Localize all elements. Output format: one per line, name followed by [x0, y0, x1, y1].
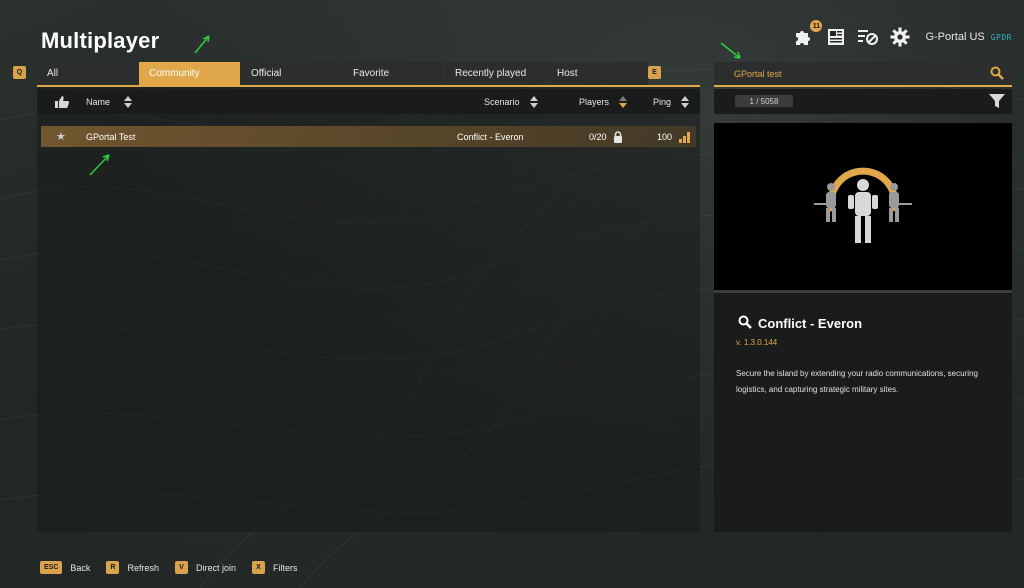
server-scenario: Conflict - Everon [457, 131, 524, 142]
refresh-button[interactable]: Refresh [127, 563, 159, 573]
filters-button[interactable]: Filters [273, 563, 298, 573]
puzzle-icon[interactable]: 11 [793, 20, 823, 48]
search-icon[interactable] [990, 66, 1004, 82]
sort-icon [619, 95, 628, 108]
scenario-details-panel: Conflict - Everon v. 1.3.0.144 Secure th… [714, 293, 1012, 532]
magnifier-icon[interactable] [738, 315, 752, 332]
scenario-description: Secure the island by extending your radi… [736, 369, 978, 394]
tab-community[interactable]: Community [139, 62, 240, 85]
column-name[interactable]: Name [86, 89, 133, 114]
column-scenario-label: Scenario [484, 96, 520, 107]
page-title: Multiplayer [41, 28, 160, 53]
key-x: X [252, 561, 266, 574]
column-scenario[interactable]: Scenario [484, 89, 538, 114]
tab-host[interactable]: Host [547, 62, 648, 85]
news-icon[interactable] [825, 26, 847, 48]
gear-icon[interactable] [889, 26, 911, 48]
scenario-version: v. 1.3.0.144 [736, 338, 778, 347]
direct-join-button[interactable]: Direct join [196, 563, 236, 573]
result-count: 1 / 5058 [735, 95, 793, 107]
platform-logo: GPDR [990, 32, 1012, 42]
results-bar: 1 / 5058 [714, 89, 1012, 114]
user-name[interactable]: G-Portal US [925, 31, 984, 43]
tab-bar: All Community Official Favorite Recently… [37, 62, 649, 85]
sort-icon [124, 95, 133, 108]
column-name-label: Name [86, 96, 111, 107]
filter-icon[interactable] [988, 92, 1006, 115]
annotation-arrow [720, 42, 741, 59]
sort-icon [681, 95, 690, 108]
sort-icon [529, 95, 538, 108]
tab-recently-played[interactable]: Recently played [445, 62, 546, 85]
column-ping[interactable]: Ping [653, 89, 690, 114]
next-tab-key-hint: E [648, 66, 661, 79]
prev-tab-key-hint: Q [13, 66, 26, 79]
column-players[interactable]: Players [579, 89, 628, 114]
back-button[interactable]: Back [70, 563, 90, 573]
conflict-logo-icon [814, 167, 912, 243]
tab-favorite[interactable]: Favorite [343, 62, 444, 85]
scenario-title-text: Conflict - Everon [758, 316, 863, 331]
tab-all[interactable]: All [37, 62, 138, 85]
server-row[interactable]: ★ GPortal Test Conflict - Everon 0/20 10… [41, 126, 696, 147]
server-ping: 100 [657, 131, 673, 142]
server-players: 0/20 [589, 131, 607, 142]
column-ping-label: Ping [653, 96, 672, 107]
server-name: GPortal Test [86, 131, 136, 142]
key-esc: ESC [40, 561, 63, 574]
column-players-label: Players [579, 96, 610, 107]
header-toolbar: 11 G-Portal US GPDR [793, 20, 1012, 48]
server-list-panel [37, 87, 700, 532]
key-v: V [175, 561, 188, 574]
scenario-title: Conflict - Everon [738, 315, 862, 332]
annotation-arrow [194, 35, 210, 54]
lock-icon [613, 126, 623, 147]
search-value: GPortal test [734, 68, 782, 79]
favorite-star-icon[interactable]: ★ [56, 126, 66, 147]
footer-hints: ESC Back R Refresh V Direct join X Filte… [40, 561, 314, 574]
server-list-header: Name Scenario Players Ping [37, 89, 700, 114]
search-input[interactable]: GPortal test [714, 62, 1012, 85]
notification-badge: 11 [810, 20, 823, 32]
tab-official[interactable]: Official [241, 62, 342, 85]
ping-bars-icon [679, 126, 691, 147]
search-underline [714, 85, 1012, 87]
key-r: R [106, 561, 120, 574]
scenario-preview-image [714, 123, 1012, 290]
filter-settings-icon[interactable] [857, 26, 879, 48]
thumbs-up-icon[interactable] [55, 89, 69, 114]
